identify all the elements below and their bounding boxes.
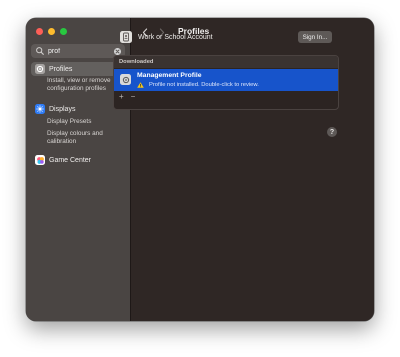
gear-icon [35,64,45,74]
remove-profile-button[interactable]: − [131,92,136,102]
profile-name: Management Profile [137,72,202,79]
sidebar-item-profiles[interactable]: Profiles [31,62,125,76]
sidebar-item-label: Displays [49,105,76,113]
sidebar-item-game-center[interactable]: Game Center [31,153,125,167]
search-icon [35,46,45,56]
search-field[interactable] [31,44,125,58]
sign-in-button[interactable]: Sign In... [298,31,332,43]
profile-status: Profile not installed. Double-click to r… [149,82,259,88]
search-input[interactable] [45,47,114,55]
zoom-window-button[interactable] [60,28,67,35]
sidebar-subitem-display-presets[interactable]: Display Presets [47,118,127,126]
list-actions: + − [114,92,135,102]
downloaded-profiles-list: Downloaded Management Profile Profile no… [113,55,339,110]
minimize-window-button[interactable] [48,28,55,35]
warning-icon [137,82,144,88]
clear-search-icon[interactable] [114,47,121,55]
sidebar-subitem-display-colours[interactable]: Display colours and calibration [47,130,127,147]
id-badge-icon [120,31,132,43]
account-label: Work or School Account [138,33,213,41]
sun-icon [35,104,45,114]
management-profile-row[interactable]: Management Profile Profile not installed… [114,69,338,91]
sidebar-item-displays[interactable]: Displays [31,102,125,116]
downloaded-header: Downloaded [114,56,338,68]
sidebar-item-label: Profiles [49,65,73,73]
game-center-icon [35,155,45,165]
sidebar-item-label: Game Center [49,156,92,164]
window-controls [36,28,67,35]
gear-icon [120,74,131,85]
help-button[interactable]: ? [327,127,337,137]
close-window-button[interactable] [36,28,43,35]
add-profile-button[interactable]: + [119,92,124,102]
